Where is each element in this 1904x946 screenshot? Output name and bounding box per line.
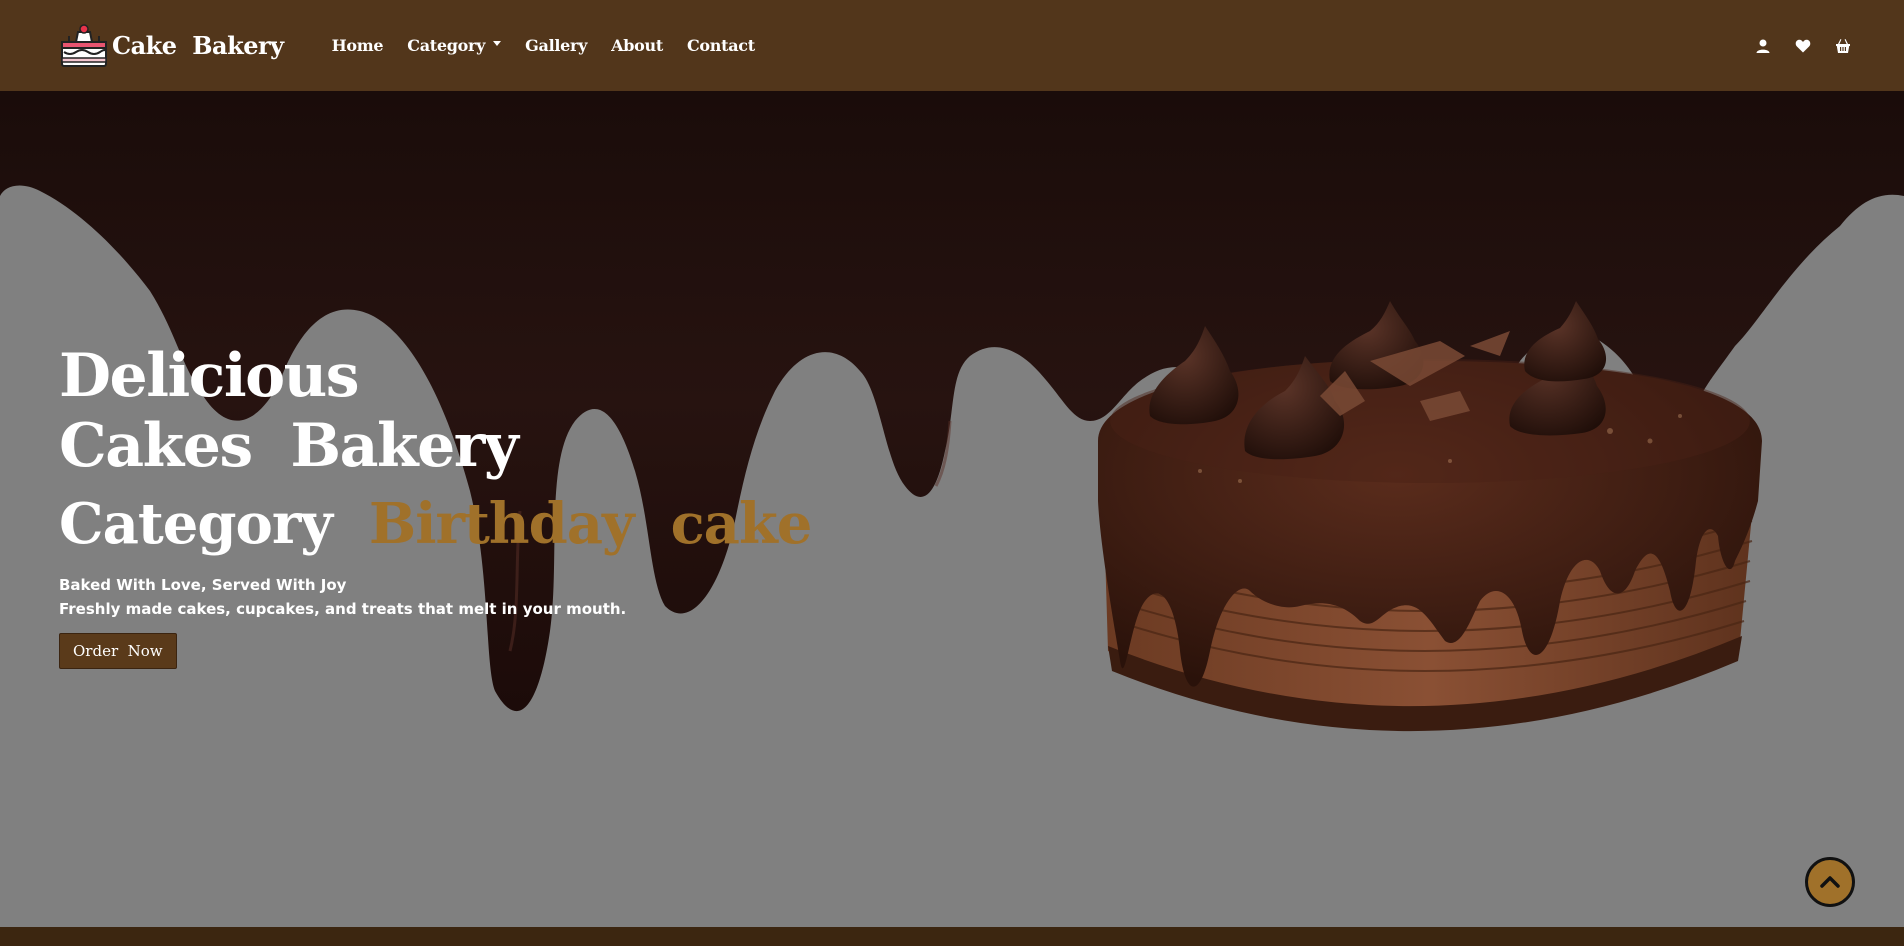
navbar: Cake Bakery Home Category Gallery About …: [0, 0, 1904, 91]
chocolate-cake-image: [1098, 301, 1762, 732]
hero-category: Category Birthday cake: [59, 489, 812, 559]
hero-title-line1: Delicious: [59, 341, 360, 411]
tagline-line1: Baked With Love, Served With Joy: [59, 576, 347, 594]
nav-home[interactable]: Home: [320, 28, 396, 63]
nav-links: Home Category Gallery About Contact: [320, 28, 767, 63]
hero-section: Delicious Cakes Bakery Category Birthday…: [0, 91, 1904, 927]
caret-down-icon: [493, 41, 502, 46]
category-prefix: Category: [59, 491, 369, 557]
brand-name: Cake Bakery: [112, 31, 284, 60]
order-now-button[interactable]: Order Now: [59, 633, 177, 669]
category-highlight: Birthday cake: [368, 491, 812, 557]
nav-icons: [1752, 35, 1854, 57]
hero-title-line2: Cakes Bakery: [59, 411, 519, 481]
nav-category-label: Category: [407, 36, 486, 55]
chevron-up-icon: [1820, 876, 1840, 888]
hero-text: Delicious Cakes Bakery Category Birthday…: [59, 341, 812, 669]
cake-logo-icon: [61, 23, 107, 67]
user-icon[interactable]: [1752, 35, 1774, 57]
nav-about[interactable]: About: [599, 28, 675, 63]
heart-icon[interactable]: [1792, 35, 1814, 57]
basket-icon[interactable]: [1832, 35, 1854, 57]
nav-category-dropdown[interactable]: Category: [395, 28, 513, 63]
hero-tagline: Baked With Love, Served With Joy Freshly…: [59, 573, 811, 621]
footer-strip: [0, 927, 1904, 946]
back-to-top-button[interactable]: [1805, 857, 1855, 907]
tagline-line2: Freshly made cakes, cupcakes, and treats…: [59, 600, 627, 618]
brand-link[interactable]: Cake Bakery: [60, 22, 284, 70]
nav-contact[interactable]: Contact: [675, 28, 767, 63]
nav-gallery[interactable]: Gallery: [513, 28, 599, 63]
hero-title: Delicious Cakes Bakery: [59, 341, 811, 481]
